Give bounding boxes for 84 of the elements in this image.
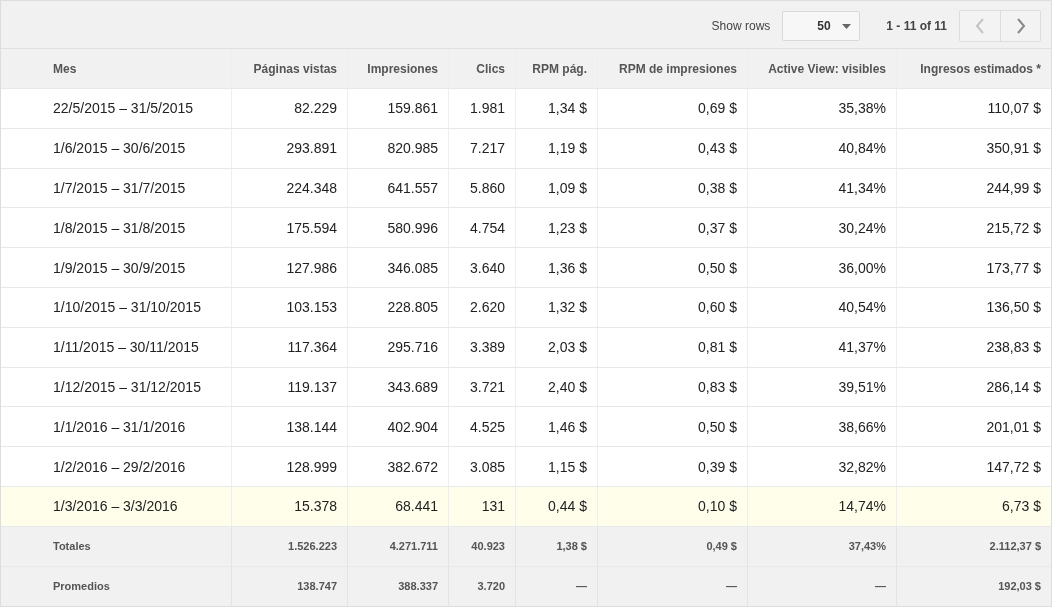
table-cell: 0,10 $ — [597, 486, 747, 526]
table-cell: 346.085 — [347, 248, 448, 287]
table-cell: 0,69 $ — [597, 89, 747, 128]
pagination-range: 1 - 11 of 11 — [886, 19, 947, 33]
table-cell: 228.805 — [347, 288, 448, 327]
table-cell: 3.085 — [448, 447, 515, 486]
table-cell-text: 1/9/2015 – 30/9/2015 — [52, 258, 187, 278]
summary-cell: — — [747, 566, 896, 606]
table-cell: 0,60 $ — [597, 288, 747, 327]
summary-cell-text: Promedios — [52, 579, 111, 595]
table-cell: 3.640 — [448, 248, 515, 287]
chevron-right-icon — [1015, 18, 1026, 34]
table-cell-text: 1/10/2015 – 31/10/2015 — [52, 298, 202, 318]
table-cell: 35,38% — [747, 89, 896, 128]
next-page-button[interactable] — [1000, 11, 1040, 41]
show-rows-label: Show rows — [711, 19, 771, 33]
table-cell: 40,54% — [747, 288, 896, 327]
summary-cell: 4.271.711 — [347, 526, 448, 566]
rows-select[interactable]: 50 — [782, 11, 861, 41]
table-cell: 0,44 $ — [515, 486, 597, 526]
table-cell: 0,81 $ — [597, 327, 747, 367]
table-cell: 1.981 — [448, 89, 515, 128]
table-cell: 6,73 $ — [896, 486, 1051, 526]
summary-cell: 192,03 $ — [896, 566, 1051, 606]
summary-cell: 3.720 — [448, 566, 515, 606]
table-cell: 159.861 — [347, 89, 448, 128]
table-cell-text: 1/6/2015 – 30/6/2015 — [52, 139, 187, 159]
column-header[interactable]: Mes — [1, 49, 231, 88]
table-cell: 117.364 — [231, 327, 347, 367]
table-cell: 131 — [448, 486, 515, 526]
table-cell-text: 1/11/2015 – 30/11/2015 — [52, 338, 200, 358]
table-cell: 382.672 — [347, 447, 448, 486]
table-cell: 820.985 — [347, 128, 448, 168]
table-cell: 68.441 — [347, 486, 448, 526]
summary-cell: 0,49 $ — [597, 526, 747, 566]
table-cell: 1,36 $ — [515, 248, 597, 287]
summary-cell: 1,38 $ — [515, 526, 597, 566]
table-cell: 238,83 $ — [896, 327, 1051, 367]
table-cell: 82.229 — [231, 89, 347, 128]
table-cell: 40,84% — [747, 128, 896, 168]
table-cell: 1,19 $ — [515, 128, 597, 168]
table-cell: 173,77 $ — [896, 248, 1051, 287]
table-cell: 2.620 — [448, 288, 515, 327]
table-cell: 1,15 $ — [515, 447, 597, 486]
table-cell: 110,07 $ — [896, 89, 1051, 128]
table-cell: 127.986 — [231, 248, 347, 287]
table-cell: 147,72 $ — [896, 447, 1051, 486]
table-cell: 0,50 $ — [597, 248, 747, 287]
summary-cell: 37,43% — [747, 526, 896, 566]
table-cell-text: 1/12/2015 – 31/12/2015 — [52, 377, 202, 397]
table-cell: 36,00% — [747, 248, 896, 287]
summary-cell: 40.923 — [448, 526, 515, 566]
table-cell-text: 1/1/2016 – 31/1/2016 — [52, 417, 187, 437]
table-cell-text: 1/7/2015 – 31/7/2015 — [52, 179, 187, 198]
table-cell: 15.378 — [231, 486, 347, 526]
table-cell-text: 1/2/2016 – 29/2/2016 — [52, 457, 187, 477]
table-cell: 1,34 $ — [515, 89, 597, 128]
table-cell: 1,32 $ — [515, 288, 597, 327]
table-cell-text: 22/5/2015 – 31/5/2015 — [52, 99, 195, 119]
summary-cell: — — [597, 566, 747, 606]
table-cell: 0,39 $ — [597, 447, 747, 486]
caret-icon — [842, 23, 852, 29]
table-cell-text: 1/8/2015 – 31/8/2015 — [52, 218, 187, 238]
table-cell: 3.389 — [448, 327, 515, 367]
table-cell: 295.716 — [347, 327, 448, 367]
table-cell: 7.217 — [448, 128, 515, 168]
table-cell: 293.891 — [231, 128, 347, 168]
table-cell: 103.153 — [231, 288, 347, 327]
table-cell: 350,91 $ — [896, 128, 1051, 168]
table-cell: 41,37% — [747, 327, 896, 367]
summary-cell: 2.112,37 $ — [896, 526, 1051, 566]
summary-cell: 138.747 — [231, 566, 347, 606]
table-cell: 14,74% — [747, 486, 896, 526]
summary-cell: 388.337 — [347, 566, 448, 606]
table-cell-text: 1/3/2016 – 3/3/2016 — [52, 497, 179, 517]
table-cell: 0,43 $ — [597, 128, 747, 168]
table-cell: 128.999 — [231, 447, 347, 486]
summary-cell: — — [515, 566, 597, 606]
summary-cell: 1.526.223 — [231, 526, 347, 566]
table-cell: 2,03 $ — [515, 327, 597, 367]
table-cell: 136,50 $ — [896, 288, 1051, 327]
table-cell: 32,82% — [747, 447, 896, 486]
chevron-left-icon — [975, 18, 985, 34]
summary-cell-text: Totales — [52, 539, 92, 555]
